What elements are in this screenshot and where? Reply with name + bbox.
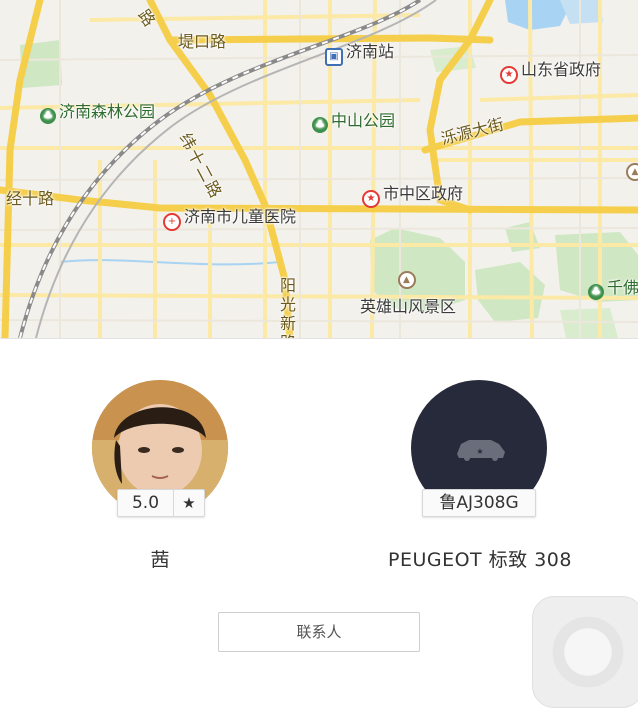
poi-jinan-childrens-hospital[interactable]: + 济南市儿童医院 — [163, 203, 296, 231]
poi-icon: ▲ — [626, 163, 638, 181]
poi-shizhong-district-government[interactable]: ★ 市中区政府 — [362, 180, 463, 208]
map-view[interactable]: 经十路 堤口路 路 纬十二路 泺源大街 阳光新路 ▣济南站 ★山东省政府 ♣济南… — [0, 0, 638, 339]
train-station-icon: ▣ — [325, 48, 343, 66]
park-icon: ♣ — [312, 117, 328, 133]
poi-zhongshan-park[interactable]: ♣ 中山公园 — [312, 107, 395, 133]
scenic-icon: ▲ — [397, 271, 416, 289]
driver-rating-value: 5.0 — [118, 490, 174, 516]
poi-jinan-station[interactable]: ▣ 济南站 — [325, 38, 394, 66]
car-model: PEUGEOT 标致 308 — [387, 549, 572, 571]
park-icon: ♣ — [588, 284, 604, 300]
driver-rating-badge: 5.0 ★ — [117, 489, 205, 517]
poi-shandong-government[interactable]: ★ 山东省政府 — [500, 56, 601, 84]
star-icon: ★ — [182, 494, 196, 512]
svg-text:★: ★ — [476, 447, 483, 456]
road-label-tikou: 堤口路 — [178, 32, 227, 51]
road-label-jingshi: 经十路 — [6, 189, 55, 208]
poi-qianfo[interactable]: ♣ 千佛 — [588, 274, 638, 300]
contact-button[interactable]: 联系人 — [218, 612, 420, 652]
government-icon: ★ — [500, 66, 518, 84]
hospital-icon: + — [163, 213, 181, 231]
floating-action-button[interactable] — [532, 596, 638, 708]
road-label-yangguang: 阳光新路 — [280, 276, 297, 338]
government-icon: ★ — [362, 190, 380, 208]
license-plate-badge: 鲁AJ308G — [422, 489, 536, 517]
poi-jinan-forest-park[interactable]: ♣ 济南森林公园 — [40, 98, 155, 124]
poi-edge-partial: ▲ — [626, 157, 638, 181]
map-canvas — [0, 0, 638, 338]
driver-name: 茜 — [150, 549, 170, 571]
park-icon: ♣ — [40, 108, 56, 124]
poi-yingxiongshan-scenic[interactable]: ▲ 英雄山风景区 — [360, 265, 456, 317]
